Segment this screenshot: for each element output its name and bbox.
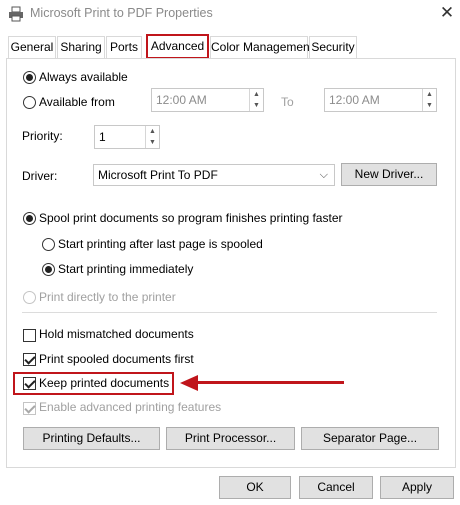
available-from-radio[interactable] — [23, 96, 36, 109]
window-title: Microsoft Print to PDF Properties — [30, 6, 213, 20]
to-time-spinner[interactable]: ▲ ▼ — [422, 89, 436, 111]
driver-selected-value: Microsoft Print To PDF — [98, 168, 218, 182]
tab-security[interactable]: Security — [309, 36, 357, 58]
to-time-value: 12:00 AM — [329, 93, 380, 107]
spin-up-icon[interactable]: ▲ — [423, 89, 436, 100]
ok-button[interactable]: OK — [219, 476, 291, 499]
priority-value: 1 — [99, 130, 106, 144]
cancel-button[interactable]: Cancel — [299, 476, 373, 499]
tab-color-management[interactable]: Color Management — [210, 36, 313, 58]
after-last-page-label: Start printing after last page is spoole… — [58, 237, 263, 251]
priority-label: Priority: — [22, 129, 63, 143]
to-time-field[interactable]: 12:00 AM — [324, 88, 437, 112]
spin-up-icon[interactable]: ▲ — [146, 126, 159, 137]
tab-advanced[interactable]: Advanced — [146, 34, 209, 59]
annotation-arrow-shaft — [196, 381, 344, 384]
priority-spinner[interactable]: ▲ ▼ — [145, 126, 159, 148]
always-available-radio[interactable] — [23, 71, 36, 84]
spool-radio[interactable] — [23, 212, 36, 225]
new-driver-button[interactable]: New Driver... — [341, 163, 437, 186]
immediately-radio[interactable] — [42, 263, 55, 276]
from-time-spinner[interactable]: ▲ ▼ — [249, 89, 263, 111]
after-last-page-radio[interactable] — [42, 238, 55, 251]
driver-label: Driver: — [22, 169, 58, 183]
separator-page-button[interactable]: Separator Page... — [301, 427, 439, 450]
print-directly-label: Print directly to the printer — [39, 290, 176, 304]
always-available-label: Always available — [39, 70, 128, 84]
close-icon[interactable]: ✕ — [438, 4, 456, 22]
spin-down-icon[interactable]: ▼ — [250, 100, 263, 111]
apply-button[interactable]: Apply — [380, 476, 454, 499]
spin-down-icon[interactable]: ▼ — [423, 100, 436, 111]
available-from-label: Available from — [39, 95, 115, 109]
immediately-label: Start printing immediately — [58, 262, 194, 276]
keep-printed-checkbox[interactable] — [23, 377, 36, 390]
title-bar: Microsoft Print to PDF Properties ✕ — [0, 0, 460, 28]
chevron-down-icon: ⌵ — [319, 169, 328, 181]
separator — [22, 312, 437, 313]
arrow-left-icon — [180, 375, 198, 391]
printing-defaults-button[interactable]: Printing Defaults... — [23, 427, 160, 450]
driver-select[interactable]: Microsoft Print To PDF ⌵ — [93, 164, 335, 186]
spool-label: Spool print documents so program finishe… — [39, 211, 343, 225]
tab-general[interactable]: General — [8, 36, 56, 58]
spin-up-icon[interactable]: ▲ — [250, 89, 263, 100]
print-directly-radio[interactable] — [23, 291, 36, 304]
tab-ports[interactable]: Ports — [106, 36, 142, 58]
spooled-first-label: Print spooled documents first — [39, 352, 194, 366]
from-time-value: 12:00 AM — [156, 93, 207, 107]
print-processor-button[interactable]: Print Processor... — [166, 427, 295, 450]
printer-icon — [9, 6, 23, 22]
spin-down-icon[interactable]: ▼ — [146, 137, 159, 148]
from-time-field[interactable]: 12:00 AM — [151, 88, 264, 112]
to-label: To — [281, 95, 294, 109]
hold-mismatched-label: Hold mismatched documents — [39, 327, 194, 341]
tab-sharing[interactable]: Sharing — [57, 36, 105, 58]
hold-mismatched-checkbox[interactable] — [23, 329, 36, 342]
spooled-first-checkbox[interactable] — [23, 353, 36, 366]
advanced-features-checkbox[interactable] — [23, 402, 36, 415]
advanced-features-label: Enable advanced printing features — [39, 400, 222, 414]
keep-printed-label: Keep printed documents — [39, 376, 170, 390]
